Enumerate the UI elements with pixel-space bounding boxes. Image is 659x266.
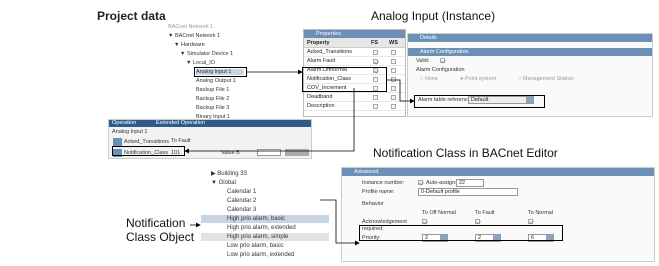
connector-arrows (184, 69, 415, 246)
arrow-tree-to-nc (320, 199, 360, 246)
arrow-props-to-alarm (387, 79, 415, 104)
arrow-props-to-operation (184, 88, 355, 154)
